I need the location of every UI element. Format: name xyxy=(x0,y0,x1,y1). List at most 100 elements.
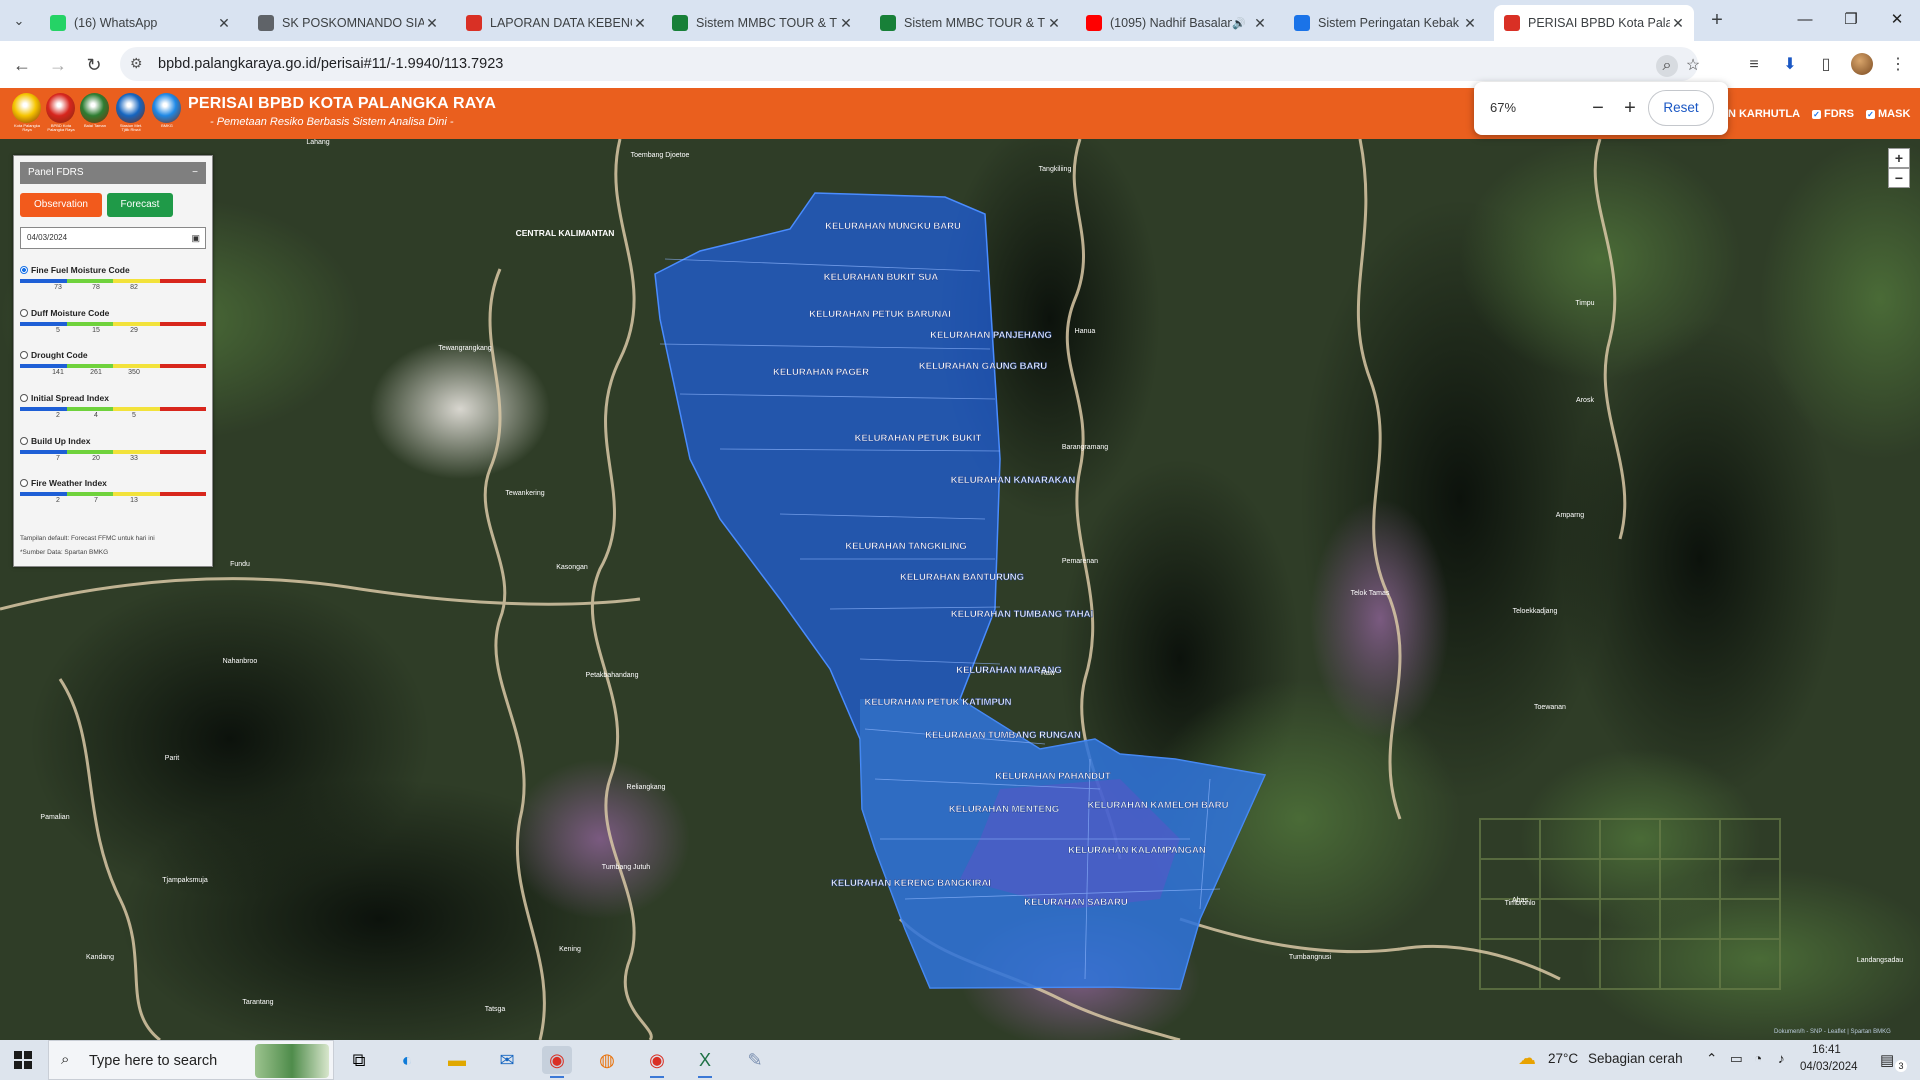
checkbox-checked-icon[interactable]: ✓ xyxy=(1866,109,1875,119)
url-text[interactable]: bpbd.palangkaraya.go.id/perisai#11/-1.99… xyxy=(158,56,503,72)
close-tab-icon[interactable]: ✕ xyxy=(1046,15,1062,32)
weather-description[interactable]: Sebagian cerah xyxy=(1588,1051,1683,1066)
site-info-icon[interactable]: ⚙ xyxy=(130,55,143,72)
index-label[interactable]: Fine Fuel Moisture Code xyxy=(31,265,130,275)
forecast-button[interactable]: Forecast xyxy=(107,193,173,217)
zoom-in-button[interactable]: + xyxy=(1616,94,1644,122)
notification-icon[interactable]: ▤ xyxy=(1880,1051,1894,1069)
map-zoom-out-button[interactable]: − xyxy=(1888,168,1910,188)
task-view-icon[interactable]: ⧉ xyxy=(344,1046,374,1074)
radio-selected-icon[interactable] xyxy=(20,266,28,274)
browser-tab[interactable]: LAPORAN DATA KEBENC ✕ xyxy=(456,5,656,41)
edge-icon[interactable]: ◐ xyxy=(392,1046,422,1074)
volume-icon[interactable]: ♪ xyxy=(1778,1051,1785,1066)
radio-unselected-icon[interactable] xyxy=(20,479,28,487)
close-tab-icon[interactable]: ✕ xyxy=(632,15,648,32)
zoom-out-button[interactable]: − xyxy=(1584,94,1612,122)
fdrs-index-option[interactable]: Initial Spread Index 2 4 5 xyxy=(20,392,206,432)
index-label[interactable]: Fire Weather Index xyxy=(31,478,107,488)
layer-toggle-karhutla[interactable]: AN KARHUTLA xyxy=(1720,108,1800,120)
chrome-icon[interactable]: ◉ xyxy=(542,1046,572,1078)
close-window-button[interactable]: ✕ xyxy=(1874,6,1920,34)
observation-button[interactable]: Observation xyxy=(20,193,102,217)
new-tab-button[interactable]: + xyxy=(1704,8,1730,34)
close-tab-icon[interactable]: ✕ xyxy=(424,15,440,32)
forward-button[interactable]: → xyxy=(44,51,72,79)
map-attribution[interactable]: Dokumen/h - SNP - Leaflet | Spartan BMKG xyxy=(1774,1029,1891,1035)
bookmark-star-icon[interactable]: ☆ xyxy=(1682,55,1704,77)
tab-audio-icon[interactable]: 🔊 xyxy=(1232,17,1246,30)
close-tab-icon[interactable]: ✕ xyxy=(1670,15,1686,32)
excel-icon[interactable]: X xyxy=(690,1046,720,1078)
firefox-icon[interactable]: ◍ xyxy=(592,1046,622,1074)
checkbox-checked-icon[interactable]: ✓ xyxy=(1812,109,1821,119)
map-zoom-in-button[interactable]: + xyxy=(1888,148,1910,168)
browser-menu-icon[interactable]: ⋮ xyxy=(1886,54,1910,76)
profile-avatar[interactable] xyxy=(1851,53,1873,75)
meet-now-icon[interactable]: ▭ xyxy=(1730,1051,1743,1067)
place-label: Kasongan xyxy=(556,564,588,571)
minimize-window-button[interactable]: — xyxy=(1782,6,1828,34)
browser-tab[interactable]: SK POSKOMNANDO SIAG ✕ xyxy=(248,5,448,41)
date-input[interactable]: 04/03/2024 ▣ xyxy=(20,227,206,249)
satellite-map-canvas[interactable]: KELURAHAN MUNGKU BARU KELURAHAN BUKIT SUA… xyxy=(0,139,1920,1040)
weather-icon[interactable]: ☁ xyxy=(1518,1048,1536,1069)
browser-tab[interactable]: (16) WhatsApp ✕ xyxy=(40,5,240,41)
zoom-magnifier-icon[interactable]: ⌕ xyxy=(1656,55,1678,77)
mail-icon[interactable]: ✉ xyxy=(492,1046,522,1074)
clock-date[interactable]: 04/03/2024 xyxy=(1800,1061,1858,1073)
close-tab-icon[interactable]: ✕ xyxy=(1462,15,1478,32)
index-label[interactable]: Initial Spread Index xyxy=(31,393,109,403)
fdrs-index-option[interactable]: Fire Weather Index 2 7 13 xyxy=(20,477,206,517)
bmkg-logo xyxy=(152,93,181,123)
fdrs-index-option[interactable]: Build Up Index 7 20 33 xyxy=(20,435,206,475)
network-icon[interactable]: ◔ xyxy=(1754,1051,1762,1066)
paint-icon[interactable]: ✎ xyxy=(740,1046,770,1074)
close-tab-icon[interactable]: ✕ xyxy=(838,15,854,32)
windows-start-icon[interactable] xyxy=(14,1051,32,1069)
tab-title: (1095) Nadhif Basalan xyxy=(1110,16,1233,30)
browser-tab[interactable]: (1095) Nadhif Basalan 🔊 ✕ xyxy=(1076,5,1276,41)
fdrs-index-option[interactable]: Drought Code 141 261 350 xyxy=(20,349,206,389)
browser-tab[interactable]: Sistem MMBC TOUR & TR ✕ xyxy=(870,5,1070,41)
region-label: KELURAHAN PANJEHANG xyxy=(930,330,1052,341)
reload-button[interactable]: ↻ xyxy=(80,51,108,79)
index-label[interactable]: Build Up Index xyxy=(31,436,91,446)
chrome-profile-icon[interactable]: ◉ xyxy=(642,1046,672,1078)
close-tab-icon[interactable]: ✕ xyxy=(216,15,232,32)
map-view[interactable]: KELURAHAN MUNGKU BARU KELURAHAN BUKIT SUA… xyxy=(0,139,1920,1040)
index-label[interactable]: Drought Code xyxy=(31,350,88,360)
layer-toggle-fdrs[interactable]: ✓ FDRS xyxy=(1812,108,1854,120)
address-bar[interactable]: ⚙ bpbd.palangkaraya.go.id/perisai#11/-1.… xyxy=(120,47,1700,81)
radio-unselected-icon[interactable] xyxy=(20,309,28,317)
layer-toggle-mask[interactable]: ✓ MASK xyxy=(1866,108,1910,120)
media-controls-icon[interactable]: ≡ xyxy=(1742,54,1766,76)
zoom-reset-button[interactable]: Reset xyxy=(1648,90,1714,126)
index-label[interactable]: Duff Moisture Code xyxy=(31,308,109,318)
browser-tab[interactable]: PERISAI BPBD Kota Palang✕ xyxy=(1494,5,1694,41)
search-highlight-image[interactable] xyxy=(255,1044,329,1078)
tab-search-chevron-icon[interactable]: ⌄ xyxy=(6,9,32,33)
restore-window-button[interactable]: ❐ xyxy=(1828,6,1874,34)
fdrs-index-option[interactable]: Fine Fuel Moisture Code 73 78 82 xyxy=(20,264,206,304)
downloads-icon[interactable]: ⬇ xyxy=(1778,54,1802,76)
radio-unselected-icon[interactable] xyxy=(20,351,28,359)
panel-minimize-button[interactable]: − xyxy=(192,162,198,184)
clock-time[interactable]: 16:41 xyxy=(1812,1044,1841,1056)
file-explorer-icon[interactable]: ▬ xyxy=(442,1046,472,1074)
taskbar-search[interactable]: ⌕ Type here to search xyxy=(48,1040,334,1080)
weather-temperature[interactable]: 27°C xyxy=(1548,1051,1578,1066)
back-button[interactable]: ← xyxy=(8,51,36,79)
calendar-icon[interactable]: ▣ xyxy=(191,228,200,248)
fdrs-index-option[interactable]: Duff Moisture Code 5 15 29 xyxy=(20,307,206,347)
scale-tick-label: 5 xyxy=(132,412,136,419)
tray-overflow-chevron-icon[interactable]: ⌃ xyxy=(1706,1051,1717,1067)
browser-tab[interactable]: Sistem Peringatan Kebak ✕ xyxy=(1284,5,1486,41)
search-placeholder[interactable]: Type here to search xyxy=(89,1053,217,1069)
radio-unselected-icon[interactable] xyxy=(20,437,28,445)
close-tab-icon[interactable]: ✕ xyxy=(1252,15,1268,32)
side-panel-icon[interactable]: ▯ xyxy=(1814,54,1838,76)
browser-tab[interactable]: Sistem MMBC TOUR & TR ✕ xyxy=(662,5,862,41)
radio-unselected-icon[interactable] xyxy=(20,394,28,402)
tab-title: Sistem MMBC TOUR & TR xyxy=(696,16,838,30)
